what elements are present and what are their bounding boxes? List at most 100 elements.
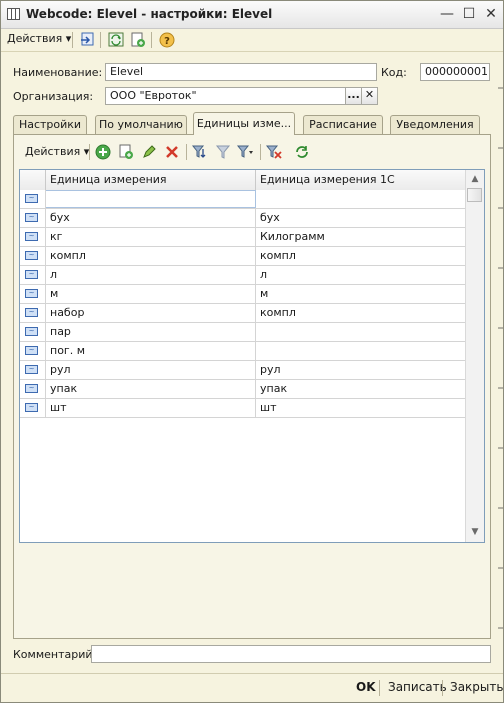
row-icon: ~ bbox=[25, 232, 38, 241]
add-row-icon[interactable] bbox=[94, 143, 112, 161]
grid-actions-label: Действия bbox=[25, 145, 81, 158]
refresh-list-icon[interactable] bbox=[293, 143, 311, 161]
organization-select-button[interactable]: ... bbox=[345, 87, 362, 105]
toolbar-separator bbox=[89, 144, 90, 160]
comment-label: Комментарий: bbox=[13, 648, 97, 661]
unit-cell[interactable]: кг bbox=[46, 228, 256, 246]
tab-units[interactable]: Единицы изме... bbox=[193, 112, 295, 135]
footer-separator bbox=[442, 680, 443, 696]
comment-field[interactable] bbox=[91, 645, 491, 663]
set-filter-icon[interactable] bbox=[191, 143, 209, 161]
refresh-form-icon[interactable] bbox=[107, 31, 125, 49]
copy-row-icon[interactable] bbox=[117, 143, 135, 161]
header-icon-column bbox=[20, 170, 46, 190]
help-icon[interactable]: ? bbox=[158, 31, 176, 49]
save-button[interactable]: Записать bbox=[388, 680, 447, 694]
grid-actions-menu-button[interactable]: Действия ▾ bbox=[25, 145, 89, 158]
row-icon-cell: ~ bbox=[20, 342, 46, 360]
code-label: Код: bbox=[381, 66, 407, 79]
table-row[interactable]: ~ кг Килограмм bbox=[20, 228, 466, 247]
unit-cell[interactable]: м bbox=[46, 285, 256, 303]
tab-settings[interactable]: Настройки bbox=[13, 115, 87, 134]
close-button[interactable]: Закрыть bbox=[450, 680, 503, 694]
row-icon: ~ bbox=[25, 289, 38, 298]
unit-cell[interactable]: пог. м bbox=[46, 342, 256, 360]
actions-menu-button[interactable]: Действия ▾ bbox=[7, 32, 71, 45]
table-row[interactable]: ~ компл компл bbox=[20, 247, 466, 266]
organization-field[interactable]: ООО "Евроток" bbox=[105, 87, 346, 105]
filter-menu-icon[interactable] bbox=[236, 143, 254, 161]
actions-menu-label: Действия bbox=[7, 32, 63, 45]
footer-bar: OK Записать Закрыть bbox=[1, 673, 503, 702]
row-icon-cell: ~ bbox=[20, 304, 46, 322]
row-icon-cell: ~ bbox=[20, 209, 46, 227]
unit-cell[interactable] bbox=[46, 190, 256, 208]
unit-1c-cell[interactable]: шт bbox=[256, 399, 466, 417]
unit-cell[interactable]: набор bbox=[46, 304, 256, 322]
unit-1c-cell[interactable]: Килограмм bbox=[256, 228, 466, 246]
unit-1c-cell[interactable]: м bbox=[256, 285, 466, 303]
unit-cell[interactable]: бух bbox=[46, 209, 256, 227]
delete-row-icon[interactable] bbox=[163, 143, 181, 161]
row-icon-cell: ~ bbox=[20, 323, 46, 341]
table-row[interactable]: ~ упак упак bbox=[20, 380, 466, 399]
maximize-icon[interactable]: ☐ bbox=[459, 5, 479, 23]
edit-row-icon[interactable] bbox=[140, 143, 158, 161]
scroll-up-icon[interactable]: ▲ bbox=[469, 172, 481, 186]
table-row[interactable]: ~ набор компл bbox=[20, 304, 466, 323]
toolbar-separator bbox=[260, 144, 261, 160]
unit-1c-cell[interactable]: компл bbox=[256, 247, 466, 265]
scroll-thumb[interactable] bbox=[467, 188, 482, 202]
column-header-unit-1c[interactable]: Единица измерения 1С bbox=[256, 170, 466, 190]
unit-cell[interactable]: л bbox=[46, 266, 256, 284]
window-title: Webcode: Elevel - настройки: Elevel bbox=[26, 7, 273, 21]
tab-defaults[interactable]: По умолчанию bbox=[95, 115, 187, 134]
unit-1c-cell[interactable] bbox=[256, 323, 466, 341]
unit-cell[interactable]: компл bbox=[46, 247, 256, 265]
row-icon-cell: ~ bbox=[20, 266, 46, 284]
unit-1c-cell[interactable] bbox=[256, 190, 466, 208]
unit-cell[interactable]: рул bbox=[46, 361, 256, 379]
unit-1c-cell[interactable]: рул bbox=[256, 361, 466, 379]
row-icon: ~ bbox=[25, 194, 38, 203]
unit-1c-cell[interactable]: упак bbox=[256, 380, 466, 398]
close-icon[interactable]: ✕ bbox=[481, 5, 501, 23]
unit-1c-cell[interactable]: компл bbox=[256, 304, 466, 322]
unit-cell[interactable]: шт bbox=[46, 399, 256, 417]
table-vertical-scrollbar[interactable]: ▲ ▼ bbox=[465, 170, 484, 542]
go-to-icon[interactable] bbox=[79, 31, 97, 49]
row-icon-cell: ~ bbox=[20, 361, 46, 379]
unit-1c-cell[interactable]: бух bbox=[256, 209, 466, 227]
row-icon-cell: ~ bbox=[20, 285, 46, 303]
ok-button[interactable]: OK bbox=[356, 680, 376, 694]
table-row[interactable]: ~ л л bbox=[20, 266, 466, 285]
table-row[interactable]: ~ м м bbox=[20, 285, 466, 304]
tab-schedule[interactable]: Расписание bbox=[303, 115, 383, 134]
tab-notifications[interactable]: Уведомления bbox=[390, 115, 480, 134]
unit-1c-cell[interactable] bbox=[256, 342, 466, 360]
row-icon: ~ bbox=[25, 403, 38, 412]
table-row[interactable]: ~ пог. м bbox=[20, 342, 466, 361]
footer-separator bbox=[379, 680, 380, 696]
table-row[interactable]: ~ пар bbox=[20, 323, 466, 342]
table-row[interactable]: ~ bbox=[20, 190, 466, 209]
row-icon-cell: ~ bbox=[20, 190, 46, 208]
copy-form-icon[interactable] bbox=[129, 31, 147, 49]
scroll-down-icon[interactable]: ▼ bbox=[469, 525, 481, 539]
code-field[interactable]: 000000001 bbox=[420, 63, 490, 81]
organization-clear-button[interactable]: ✕ bbox=[361, 87, 378, 105]
row-icon-cell: ~ bbox=[20, 228, 46, 246]
toolbar-separator bbox=[151, 32, 152, 48]
name-field[interactable]: Elevel bbox=[105, 63, 377, 81]
table-row[interactable]: ~ бух бух bbox=[20, 209, 466, 228]
unit-1c-cell[interactable]: л bbox=[256, 266, 466, 284]
filter-icon[interactable] bbox=[214, 143, 232, 161]
table-row[interactable]: ~ рул рул bbox=[20, 361, 466, 380]
row-icon: ~ bbox=[25, 384, 38, 393]
table-row[interactable]: ~ шт шт bbox=[20, 399, 466, 418]
clear-filter-icon[interactable] bbox=[265, 143, 283, 161]
unit-cell[interactable]: пар bbox=[46, 323, 256, 341]
unit-cell[interactable]: упак bbox=[46, 380, 256, 398]
minimize-icon[interactable]: — bbox=[437, 5, 457, 23]
column-header-unit[interactable]: Единица измерения bbox=[46, 170, 256, 190]
